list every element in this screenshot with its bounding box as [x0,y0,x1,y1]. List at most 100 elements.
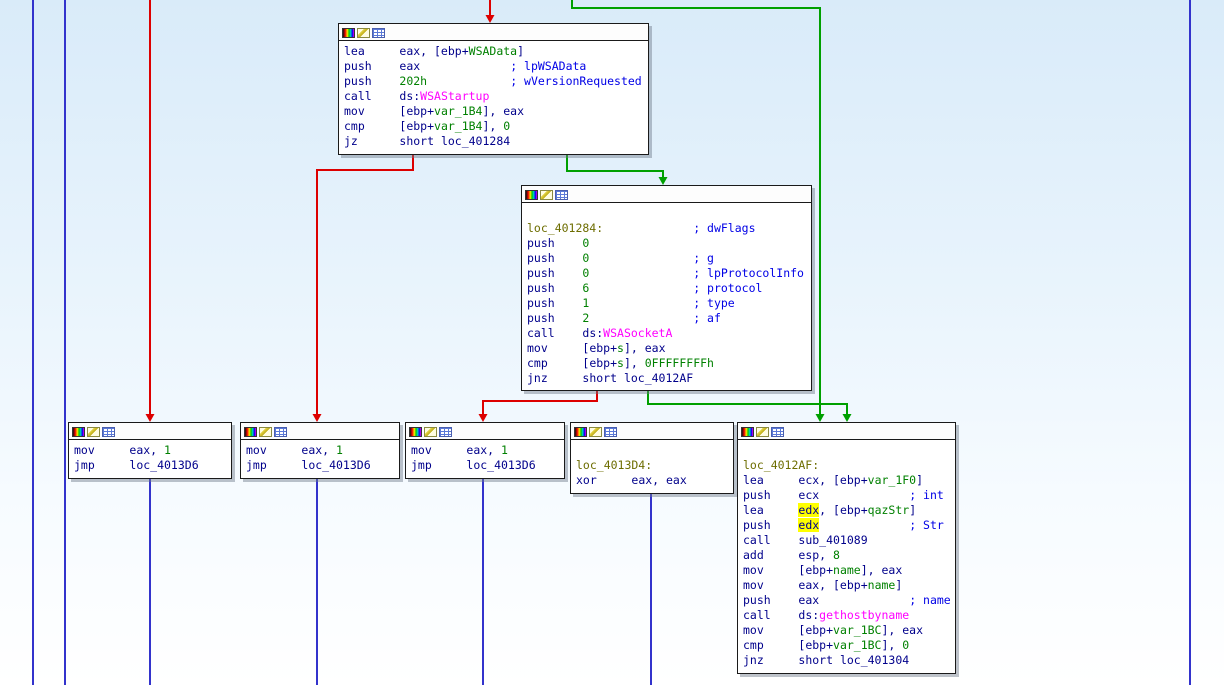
block-loc-401284[interactable]: loc_401284: ; dwFlags push 0 push 0 ; g pus… [521,185,812,391]
node-group-icon[interactable] [604,426,617,437]
code-line[interactable]: mov [ebp+var_1B4], eax [344,104,643,119]
node-group-icon[interactable] [372,27,385,38]
node-title-bar[interactable] [69,423,231,440]
node-title-bar[interactable] [339,24,648,41]
code-line[interactable]: lea edx, [ebp+qazStr] [743,503,950,518]
token-spacing [589,266,693,280]
token-target: loc_4013D6 [466,458,536,472]
node-group-icon[interactable] [102,426,115,437]
code-line[interactable]: mov eax, [ebp+name] [743,578,950,593]
node-color-icon[interactable] [525,189,538,200]
block-loc-4012af[interactable]: loc_4012AF: lea ecx, [ebp+var_1F0] push ec… [737,422,956,674]
node-color-icon[interactable] [741,426,754,437]
code-line[interactable]: lea ecx, [ebp+var_1F0] [743,473,950,488]
node-group-icon[interactable] [439,426,452,437]
code-line[interactable]: push 0 ; g [527,251,806,266]
token-code: eax, [301,443,337,457]
token-code: eax [399,59,421,73]
token-mnemonic: call [344,89,400,103]
node-color-icon[interactable] [72,426,85,437]
code-line[interactable]: jz short loc_401284 [344,134,643,149]
code-line[interactable]: call ds:gethostbyname [743,608,950,623]
node-edit-icon[interactable] [87,426,100,437]
block-wsastartup[interactable]: lea eax, [ebp+WSAData] push eax ; lpWSADa… [338,23,649,155]
code-line[interactable]: jmp loc_4013D6 [74,458,226,473]
code-line[interactable]: call sub_401089 [743,533,950,548]
code-line[interactable] [576,443,728,458]
token-code: ds: [399,89,421,103]
code-line[interactable]: push 0 ; lpProtocolInfo [527,266,806,281]
code-line[interactable]: jnz short loc_4012AF [527,371,806,386]
token-mnemonic: jz [344,134,400,148]
node-edit-icon[interactable] [540,189,553,200]
code-line[interactable]: push edx ; Str [743,518,950,533]
node-edit-icon[interactable] [259,426,272,437]
block-loc-4013d4[interactable]: loc_4013D4: xor eax, eax [570,422,734,494]
code-line[interactable]: loc_4013D4: [576,458,728,473]
code-line[interactable]: mov eax, 1 [246,443,394,458]
node-color-icon[interactable] [409,426,422,437]
code-line[interactable]: push 1 ; type [527,296,806,311]
node-color-icon[interactable] [244,426,257,437]
code-line[interactable]: call ds:WSAStartup [344,89,643,104]
node-title-bar[interactable] [241,423,399,440]
token-mnemonic: xor [576,473,632,487]
token-code: [ebp+ [798,638,834,652]
node-title-bar[interactable] [738,423,955,440]
code-line[interactable]: push 6 ; protocol [527,281,806,296]
code-line[interactable]: cmp [ebp+var_1B4], 0 [344,119,643,134]
code-line[interactable]: push eax ; lpWSAData [344,59,643,74]
code-line[interactable] [527,206,806,221]
node-color-icon[interactable] [342,27,355,38]
node-group-icon[interactable] [771,426,784,437]
block-mov-eax-1-c[interactable]: mov eax, 1 jmp loc_4013D6 [405,422,565,479]
code-line[interactable]: jmp loc_4013D6 [246,458,394,473]
code-line[interactable]: mov eax, 1 [74,443,226,458]
code-line[interactable]: mov [ebp+name], eax [743,563,950,578]
code-line[interactable]: call ds:WSASocketA [527,326,806,341]
code-line[interactable]: push 2 ; af [527,311,806,326]
code-listing: loc_4012AF: lea ecx, [ebp+var_1F0] push ec… [738,440,955,668]
token-target: loc_4012AF [623,371,694,385]
token-code: [ebp+ [399,119,435,133]
node-edit-icon[interactable] [357,27,370,38]
code-line[interactable]: mov [ebp+var_1BC], eax [743,623,950,638]
code-line[interactable]: loc_4012AF: [743,458,950,473]
node-edit-icon[interactable] [424,426,437,437]
code-line[interactable] [743,443,950,458]
token-number: 1 [501,443,508,457]
node-color-icon[interactable] [574,426,587,437]
code-line[interactable]: push ecx ; int [743,488,950,503]
node-group-icon[interactable] [555,189,568,200]
code-line[interactable]: cmp [ebp+s], 0FFFFFFFFh [527,356,806,371]
token-mnemonic: push [527,311,583,325]
node-edit-icon[interactable] [756,426,769,437]
token-number: 1 [164,443,171,457]
code-line[interactable]: xor eax, eax [576,473,728,488]
token-number: 0FFFFFFFFh [644,356,714,370]
node-title-bar[interactable] [406,423,564,440]
code-line[interactable]: push 202h ; wVersionRequested [344,74,643,89]
token-comment: ; protocol [693,281,763,295]
token-import: WSASocketA [603,326,673,340]
code-line[interactable]: push eax ; name [743,593,951,608]
node-group-icon[interactable] [274,426,287,437]
token-spacing [819,518,909,532]
code-line[interactable]: cmp [ebp+var_1BC], 0 [743,638,950,653]
node-title-bar[interactable] [522,186,811,203]
block-mov-eax-1-a[interactable]: mov eax, 1 jmp loc_4013D6 [68,422,232,479]
code-line[interactable]: mov [ebp+s], eax [527,341,806,356]
code-line[interactable]: push 0 [527,236,806,251]
token-import: WSAStartup [420,89,490,103]
code-line[interactable]: mov eax, 1 [411,443,559,458]
code-line[interactable]: jnz short loc_401304 [743,653,950,668]
code-line[interactable]: add esp, 8 [743,548,950,563]
code-line[interactable]: lea eax, [ebp+WSAData] [344,44,643,59]
node-edit-icon[interactable] [589,426,602,437]
block-mov-eax-1-b[interactable]: mov eax, 1 jmp loc_4013D6 [240,422,400,479]
graph-canvas[interactable]: lea eax, [ebp+WSAData] push eax ; lpWSADa… [0,0,1224,685]
code-line[interactable]: loc_401284: ; dwFlags [527,221,806,236]
node-title-bar[interactable] [571,423,733,440]
token-mnemonic: call [527,326,583,340]
code-line[interactable]: jmp loc_4013D6 [411,458,559,473]
